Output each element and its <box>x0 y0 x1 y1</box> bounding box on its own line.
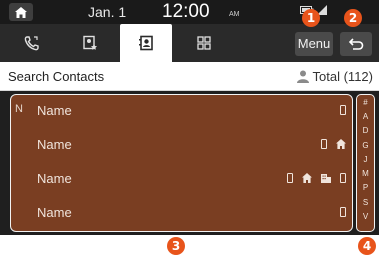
alphabet-index-bar[interactable]: # A D G J M P S V <box>356 94 375 232</box>
total-count-label: Total (112) <box>312 69 373 84</box>
tab-dialpad[interactable] <box>178 28 230 58</box>
contact-total: Total (112) <box>296 69 373 84</box>
tab-favorites[interactable] <box>64 28 116 58</box>
menu-button[interactable]: Menu <box>295 32 333 56</box>
back-arrow-icon <box>348 38 364 50</box>
alpha-index-letter[interactable]: D <box>357 126 374 135</box>
contact-name: Name <box>37 137 72 152</box>
alpha-index-letter[interactable]: # <box>357 98 374 107</box>
contact-row[interactable]: Name <box>11 197 352 231</box>
clock-ampm: AM <box>229 11 240 18</box>
callout-4: 4 <box>358 237 376 255</box>
alpha-index-letter[interactable]: S <box>357 198 374 207</box>
contact-row[interactable]: Name <box>11 129 352 163</box>
tab-recent-calls[interactable] <box>6 28 58 58</box>
home-icon <box>336 139 346 149</box>
contact-name: Name <box>37 103 72 118</box>
callout-1: 1 <box>302 9 320 27</box>
tab-contacts[interactable] <box>120 24 172 62</box>
mobile-phone-icon <box>340 105 346 115</box>
status-bar: Jan. 1 12:00 AM <box>0 0 379 24</box>
callout-3: 3 <box>167 237 185 255</box>
contact-list[interactable]: N Name Name Name Name <box>10 94 353 232</box>
contact-number-icons <box>287 173 346 183</box>
favorites-icon <box>83 35 97 50</box>
contacts-icon <box>139 35 153 51</box>
contact-number-icons <box>321 139 346 149</box>
phone-icon <box>340 173 346 183</box>
alpha-index-letter[interactable]: J <box>357 155 374 164</box>
contact-number-icons <box>340 207 346 217</box>
callout-2: 2 <box>344 9 362 27</box>
home-icon <box>302 173 312 183</box>
search-bar[interactable]: Search Contacts Total (112) <box>0 62 379 91</box>
back-button[interactable] <box>340 32 372 56</box>
home-icon <box>15 6 27 18</box>
dialpad-icon <box>197 36 211 50</box>
alpha-index-letter[interactable]: M <box>357 169 374 178</box>
alpha-index-letter[interactable]: G <box>357 141 374 150</box>
group-initial: N <box>15 103 23 115</box>
mobile-phone-icon <box>287 173 293 183</box>
contact-row[interactable]: N Name <box>11 95 352 129</box>
contact-name: Name <box>37 205 72 220</box>
office-icon <box>321 174 331 183</box>
alpha-index-letter[interactable]: V <box>357 212 374 221</box>
recent-calls-icon <box>24 36 39 51</box>
mobile-phone-icon <box>321 139 327 149</box>
clock-time: 12:00 <box>162 1 210 22</box>
tab-bar: Menu <box>0 24 379 62</box>
alpha-index-letter[interactable]: A <box>357 112 374 121</box>
infotainment-screen: Jan. 1 12:00 AM Menu Search Contacts Tot… <box>0 0 379 235</box>
home-button[interactable] <box>9 3 33 21</box>
contact-name: Name <box>37 171 72 186</box>
contact-number-icons <box>340 105 346 115</box>
search-contacts-field[interactable]: Search Contacts <box>8 69 104 84</box>
alpha-index-letter[interactable]: P <box>357 183 374 192</box>
mobile-phone-icon <box>340 207 346 217</box>
date-display: Jan. 1 <box>88 4 127 20</box>
contact-row[interactable]: Name <box>11 163 352 197</box>
person-icon <box>296 70 309 83</box>
